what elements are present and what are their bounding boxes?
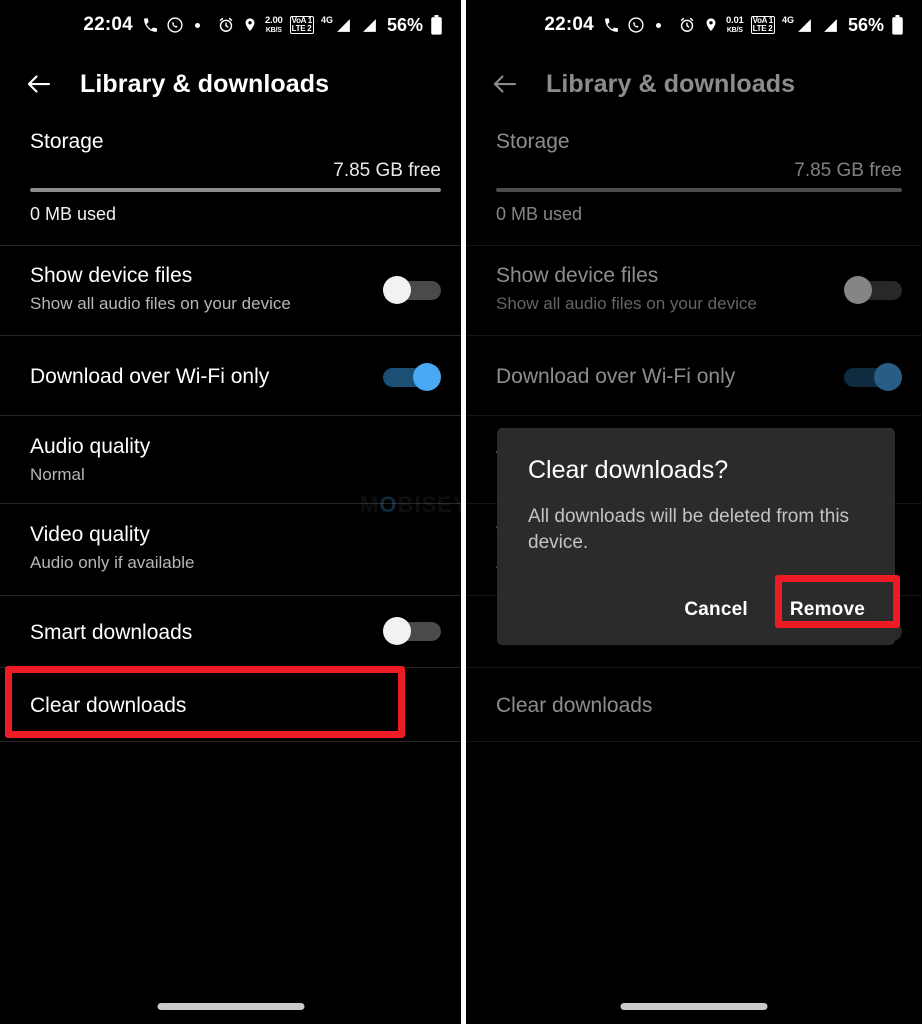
- battery-icon: [891, 14, 904, 36]
- setting-row-clear-downloads[interactable]: Clear downloads: [0, 667, 461, 741]
- volte-icon: VoA 1 LTE 2: [289, 15, 314, 35]
- row-title: Video quality: [30, 523, 150, 546]
- row-title: Clear downloads: [30, 694, 187, 717]
- row-title: Download over Wi-Fi only: [496, 365, 736, 388]
- dialog-title: Clear downloads?: [528, 456, 729, 484]
- network-type-label: 4G: [320, 15, 333, 25]
- network-speed-indicator: 0.01 KB/S: [726, 16, 744, 34]
- toggle-show-device-files[interactable]: [844, 275, 902, 305]
- remove-button[interactable]: Remove: [772, 587, 883, 633]
- storage-progress-bar: [496, 188, 902, 192]
- toggle-knob: [383, 276, 411, 304]
- storage-section: Storage 7.85 GB free 0 MB used: [466, 118, 922, 245]
- storage-progress-bar: [30, 188, 441, 192]
- toggle-show-device-files[interactable]: [383, 275, 441, 305]
- toggle-knob: [874, 363, 902, 391]
- clear-downloads-dialog: Clear downloads? All downloads will be d…: [497, 428, 895, 645]
- app-bar: Library & downloads: [0, 50, 461, 118]
- setting-row-video-quality[interactable]: Video quality Audio only if available: [0, 503, 461, 595]
- screenshot-root: 22:04 2.00 KB/S VoA 1 LTE 2 4G 56% Libra…: [0, 0, 922, 1024]
- toggle-knob: [383, 617, 411, 645]
- row-title: Download over Wi-Fi only: [30, 365, 270, 388]
- back-button[interactable]: [8, 53, 70, 115]
- signal-bars-sim1-icon: [334, 17, 353, 34]
- row-subtitle: Audio only if available: [30, 553, 195, 573]
- row-title: Show device files: [30, 264, 193, 287]
- battery-percent-label: 56%: [847, 14, 884, 35]
- app-bar: Library & downloads: [466, 50, 922, 118]
- toggle-download-over-wifi-only[interactable]: [383, 362, 441, 392]
- storage-section: Storage 7.85 GB free 0 MB used: [0, 118, 461, 245]
- status-bar: 22:04 2.00 KB/S VoA 1 LTE 2 4G 56%: [0, 0, 461, 50]
- toggle-download-over-wifi-only[interactable]: [844, 362, 902, 392]
- phone-icon: [142, 17, 159, 34]
- network-speed-unit: KB/S: [265, 26, 282, 34]
- left-panel-content: 22:04 2.00 KB/S VoA 1 LTE 2 4G 56% Libra…: [0, 0, 461, 1024]
- dialog-actions: Cancel Remove: [666, 587, 883, 633]
- divider: [466, 741, 922, 742]
- location-icon: [703, 16, 719, 34]
- status-bar-clock: 22:04: [83, 14, 133, 35]
- setting-row-show-device-files[interactable]: Show device files Show all audio files o…: [466, 245, 922, 335]
- setting-row-clear-downloads[interactable]: Clear downloads: [466, 667, 922, 741]
- right-panel-content: 22:04 0.01 KB/S VoA 1 LTE 2 4G 56% Libra…: [466, 0, 922, 1024]
- network-speed-value: 2.00: [264, 15, 283, 27]
- gesture-bar[interactable]: [620, 1003, 768, 1010]
- page-title: Library & downloads: [80, 69, 330, 98]
- storage-used-label: 0 MB used: [496, 204, 583, 224]
- phone-screen-right: 22:04 0.01 KB/S VoA 1 LTE 2 4G 56% Libra…: [466, 0, 922, 1024]
- whatsapp-icon: [166, 16, 184, 34]
- alarm-icon: [217, 16, 235, 34]
- volte-line-2: LTE 2: [291, 24, 312, 33]
- toggle-knob: [844, 276, 872, 304]
- storage-used-label: 0 MB used: [30, 204, 117, 224]
- setting-row-download-over-wifi-only[interactable]: Download over Wi-Fi only: [466, 335, 922, 415]
- cancel-button[interactable]: Cancel: [666, 587, 766, 633]
- battery-percent-label: 56%: [386, 14, 423, 35]
- signal-bars-sim2-icon: [360, 17, 379, 34]
- network-speed-indicator: 2.00 KB/S: [265, 16, 283, 34]
- network-speed-value: 0.01: [725, 15, 744, 27]
- location-icon: [242, 16, 258, 34]
- page-title: Library & downloads: [546, 69, 796, 98]
- row-subtitle: Show all audio files on your device: [496, 294, 757, 314]
- signal-bars-sim2-icon: [821, 17, 840, 34]
- battery-icon: [430, 14, 443, 36]
- volte-line-2: LTE 2: [752, 24, 773, 33]
- row-title: Show device files: [496, 264, 659, 287]
- dot-icon: [655, 22, 661, 28]
- arrow-back-icon: [493, 75, 517, 93]
- alarm-icon: [678, 16, 696, 34]
- status-bar: 22:04 0.01 KB/S VoA 1 LTE 2 4G 56%: [466, 0, 922, 50]
- row-subtitle: Normal: [30, 465, 85, 485]
- row-title: Clear downloads: [496, 694, 653, 717]
- divider: [0, 741, 461, 742]
- network-speed-unit: KB/S: [726, 26, 743, 34]
- row-subtitle: Show all audio files on your device: [30, 294, 291, 314]
- setting-row-smart-downloads[interactable]: Smart downloads: [0, 595, 461, 667]
- row-title: Audio quality: [30, 435, 151, 458]
- network-type-label: 4G: [781, 15, 794, 25]
- arrow-back-icon: [27, 75, 51, 93]
- volte-icon: VoA 1 LTE 2: [750, 15, 775, 35]
- setting-row-audio-quality[interactable]: Audio quality Normal: [0, 415, 461, 503]
- toggle-knob: [413, 363, 441, 391]
- row-title: Smart downloads: [30, 621, 193, 644]
- toggle-smart-downloads[interactable]: [383, 616, 441, 646]
- storage-label: Storage: [496, 130, 570, 153]
- signal-bars-sim1-icon: [795, 17, 814, 34]
- setting-row-show-device-files[interactable]: Show device files Show all audio files o…: [0, 245, 461, 335]
- gesture-bar[interactable]: [157, 1003, 304, 1010]
- status-bar-clock: 22:04: [544, 14, 594, 35]
- setting-row-download-over-wifi-only[interactable]: Download over Wi-Fi only: [0, 335, 461, 415]
- phone-screen-left: 22:04 2.00 KB/S VoA 1 LTE 2 4G 56% Libra…: [0, 0, 461, 1024]
- storage-free-label: 7.85 GB free: [333, 160, 441, 181]
- phone-icon: [603, 17, 620, 34]
- whatsapp-icon: [627, 16, 645, 34]
- dialog-message: All downloads will be deleted from this …: [528, 506, 850, 553]
- back-button[interactable]: [474, 53, 536, 115]
- storage-free-label: 7.85 GB free: [794, 160, 902, 181]
- dot-icon: [194, 22, 200, 28]
- storage-label: Storage: [30, 130, 104, 153]
